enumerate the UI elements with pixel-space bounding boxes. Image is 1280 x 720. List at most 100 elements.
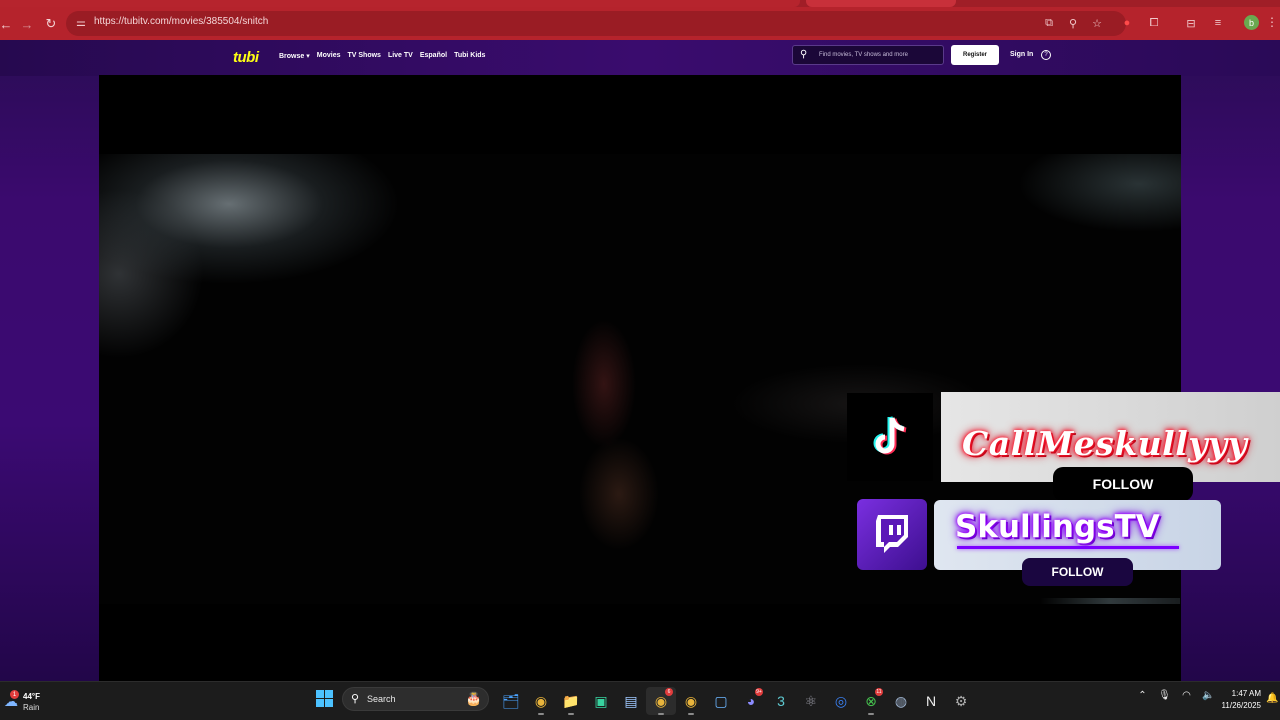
url-text[interactable]: https://tubitv.com/movies/385504/snitch (94, 16, 268, 27)
zoom-icon[interactable]: ⚲ (1066, 15, 1080, 31)
xbox-icon[interactable]: ⊗ 11 (856, 687, 886, 715)
clock[interactable]: 1:47 AM 11/26/2025 (1213, 688, 1261, 712)
chrome-profile-glyph: ◉ (654, 692, 668, 709)
chrome-alt-glyph: ◉ (684, 692, 698, 709)
record-icon[interactable]: ● (1120, 14, 1134, 32)
cast-icon[interactable]: ⧉ (1042, 15, 1056, 31)
tv-app-glyph: ▣ (594, 692, 608, 709)
reload-icon[interactable]: ↻ (41, 14, 61, 34)
mic-icon[interactable]: 🎙 (1158, 690, 1171, 701)
app-three-glyph: 3 (777, 693, 785, 709)
site-search[interactable]: ⚲ Find movies, TV shows and more (792, 45, 944, 65)
help-icon[interactable]: ? (1041, 50, 1051, 60)
folder-icon[interactable]: 📁 (556, 687, 586, 715)
twitch-handle-underline (957, 546, 1179, 549)
tiktok-follow-label: FOLLOW (1053, 467, 1193, 501)
tab-strip (0, 0, 1280, 7)
weather-badge: 1 (10, 690, 19, 699)
twitch-logo-box (857, 499, 927, 570)
menu-tubi-kids[interactable]: Tubi Kids (454, 52, 485, 60)
menu-espanol[interactable]: Español (420, 52, 447, 60)
overlay-strip (1040, 598, 1180, 604)
file-explorer-glyph: 🗂 (502, 692, 520, 709)
running-indicator (868, 713, 874, 715)
running-indicator (538, 713, 544, 715)
star-icon[interactable]: ☆ (1090, 15, 1104, 31)
extension-icons: ● ⧠ ⊟ ≡ (1120, 14, 1225, 32)
more-menu-icon[interactable]: ⋮ (1266, 15, 1278, 29)
search-icon: ⚲ (800, 49, 808, 60)
discord-glyph: ◕ (746, 693, 756, 709)
chrome-profile-icon[interactable]: ◉ 6 (646, 687, 676, 715)
puzzle-icon[interactable]: ⧠ (1147, 14, 1161, 32)
media-icon[interactable]: ≡ (1211, 14, 1225, 32)
tiktok-icon (873, 416, 907, 455)
sidebar-icon[interactable]: ⊟ (1184, 14, 1198, 32)
folder-glyph: 📁 (562, 692, 580, 709)
windows-start-icon[interactable] (316, 690, 333, 707)
tv-app-icon[interactable]: ▣ (586, 687, 616, 715)
settings-icon[interactable]: ⚙ (946, 687, 976, 715)
app-three-icon[interactable]: 3 (766, 687, 796, 715)
profile-avatar[interactable]: b (1244, 15, 1259, 30)
chrome-icon[interactable]: ◉ (526, 687, 556, 715)
forward-arrow-icon[interactable]: → (17, 14, 37, 34)
notion-icon[interactable]: N (916, 687, 946, 715)
running-indicator (688, 713, 694, 715)
app-badge: 11 (875, 688, 883, 696)
discord-icon[interactable]: ◕ 9+ (736, 687, 766, 715)
file-explorer-icon[interactable]: 🗂 (496, 687, 526, 715)
notepad-icon[interactable]: ▤ (616, 687, 646, 715)
site-menu: Browse ▾ Movies TV Shows Live TV Español… (279, 52, 485, 60)
active-tab[interactable] (0, 0, 800, 7)
register-button[interactable]: Register (951, 45, 999, 65)
tubi-logo[interactable]: tubi (233, 49, 259, 66)
address-bar[interactable]: ⚌ https://tubitv.com/movies/385504/snitc… (66, 11, 1126, 36)
xbox-glyph: ⊗ (865, 692, 877, 709)
address-bar-icons: ⧉ ⚲ ☆ (1042, 15, 1104, 31)
menu-browse[interactable]: Browse ▾ (279, 52, 310, 60)
second-tab[interactable] (806, 0, 956, 7)
taskbar-search-label: Search (367, 694, 396, 704)
menu-tv-shows[interactable]: TV Shows (347, 52, 380, 60)
react-icon[interactable]: ⚛ (796, 687, 826, 715)
react-glyph: ⚛ (804, 692, 818, 709)
store-glyph: ▢ (714, 692, 728, 709)
tiktok-logo-box (847, 393, 933, 481)
notification-icon[interactable]: 🔔 (1266, 693, 1278, 704)
weather-condition: Rain (23, 703, 40, 712)
twitch-handle: SkullingsTV (955, 509, 1160, 545)
site-nav: tubi Browse ▾ Movies TV Shows Live TV Es… (0, 40, 1280, 76)
weather-widget[interactable]: ☁ 1 44°F Rain (2, 687, 62, 717)
store-icon[interactable]: ▢ (706, 687, 736, 715)
steam-icon[interactable]: ◍ (886, 687, 916, 715)
sign-in-link[interactable]: Sign In (1010, 51, 1033, 58)
search-placeholder: Find movies, TV shows and more (819, 52, 908, 58)
taskbar: ☁ 1 44°F Rain ⚲ Search 🎂 🗂 ◉ 📁 ▣ ▤ ◉ 6 ◉ ▢ ◕ 9+ 3 ⚛ ◎… (0, 681, 1280, 720)
search-highlight-icon: 🎂 (465, 691, 482, 706)
clock-date: 11/26/2025 (1221, 701, 1261, 710)
wifi-icon[interactable]: ◠ (1180, 690, 1193, 701)
app-circle-glyph: ◎ (834, 692, 848, 709)
chevron-up-icon[interactable]: ⌃ (1136, 690, 1149, 701)
browser-chrome: ← → ↻ ⚌ https://tubitv.com/movies/385504… (0, 0, 1280, 40)
steam-glyph: ◍ (894, 692, 908, 709)
notion-glyph: N (925, 693, 937, 709)
weather-temp: 44°F (23, 692, 40, 701)
app-badge: 9+ (755, 688, 763, 696)
notepad-glyph: ▤ (624, 692, 638, 709)
settings-glyph: ⚙ (954, 692, 968, 709)
app-circle-icon[interactable]: ◎ (826, 687, 856, 715)
chrome-glyph: ◉ (534, 692, 548, 709)
tiktok-handle: CallMeskullyyy (962, 424, 1248, 463)
chrome-alt-icon[interactable]: ◉ (676, 687, 706, 715)
back-arrow-icon[interactable]: ← (0, 14, 16, 34)
site-info-icon[interactable]: ⚌ (76, 16, 90, 30)
menu-movies[interactable]: Movies (317, 52, 341, 60)
taskbar-search[interactable]: ⚲ Search 🎂 (342, 687, 489, 711)
menu-live-tv[interactable]: Live TV (388, 52, 413, 60)
twitch-follow-label: FOLLOW (1022, 558, 1133, 586)
video-player[interactable] (99, 75, 1181, 681)
running-indicator (658, 713, 664, 715)
system-tray: ⌃ 🎙 ◠ 🔈 (1136, 690, 1215, 701)
